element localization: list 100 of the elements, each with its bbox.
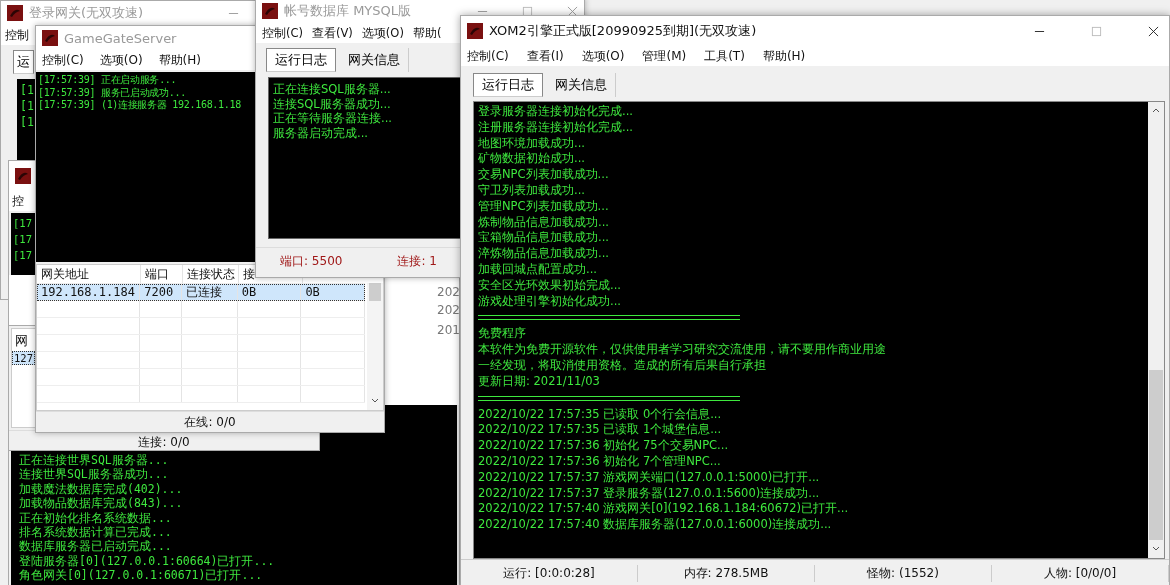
scrollbar[interactable] [1148, 102, 1164, 558]
window-title: GameGateServer [64, 30, 177, 46]
tab[interactable]: 运行日志 [266, 48, 336, 72]
log-line: 本软件为免费开源软件，仅供使用者学习研究交流使用，请不要用作商业用途 [478, 342, 886, 358]
menu-item[interactable]: 选项(O) [99, 51, 143, 69]
close-icon[interactable] [1148, 25, 1159, 37]
column-header: 网 [14, 332, 29, 350]
app-icon [262, 3, 278, 19]
menu-item[interactable]: 选项(O) [361, 25, 404, 41]
log-line: [17 [13, 231, 32, 247]
log-line: 宝箱物品信息加载成功... [478, 230, 609, 247]
log-line: 排名系统数据计算已完成... [19, 525, 172, 540]
table-cell: 192.168.1.184 [37, 284, 141, 300]
log-line: 守卫列表加载成功... [478, 183, 585, 199]
log-line: 2022/10/22 17:57:37 登录服务器(127.0.0.1:5600)连接成功... [478, 485, 820, 502]
log-line: 游戏处理引擎初始化成功... [478, 293, 621, 310]
log-line: 登录服务器连接初始化完成... [478, 104, 633, 120]
log-line: 正在初始化排名系统数据... [19, 510, 172, 526]
log-line: 炼制物品信息加载成功... [478, 214, 609, 231]
list-text: 202 [437, 285, 459, 299]
menu-item[interactable]: 查看(V) [312, 25, 353, 41]
log-line: 安全区光环效果初始完成... [478, 277, 621, 294]
list-text: 202 [437, 303, 459, 317]
log-line: 地图环境加载成功... [478, 135, 585, 152]
tab[interactable]: 运 [13, 50, 34, 74]
menu-item[interactable]: 管理(M) [642, 47, 687, 65]
log-line: 2022/10/22 17:57:40 游戏网关[0](192.168.1.184:60672)已打开... [478, 501, 849, 518]
scrollbar-thumb[interactable] [369, 283, 381, 301]
log-line: 角色网关[0](127.0.0.1:60671)已打开... [19, 568, 263, 583]
menu-item[interactable]: 选项(O) [581, 47, 625, 65]
log-line: 交易NPC列表加载成功... [478, 167, 609, 183]
log-line: [17:57:39] 正在启动服务... [38, 74, 177, 87]
app-icon [7, 5, 23, 21]
log-line: 2022/10/22 17:57:35 已读取 1个城堡信息... [478, 422, 722, 439]
log-line: [1 [20, 98, 34, 115]
app-icon [15, 168, 31, 184]
menu-item[interactable]: 控 [12, 192, 24, 210]
status-text: 人物: [0/0/0] [992, 564, 1169, 582]
menu-item[interactable]: 控制 [5, 26, 29, 44]
menu-item[interactable]: 控制(C) [467, 47, 509, 65]
table-cell: 已连接 [182, 284, 238, 300]
menu-item[interactable]: 工具(T) [704, 47, 745, 65]
window-title: 登录网关(无双攻速) [29, 4, 144, 22]
log-line: [1 [20, 83, 34, 99]
log-line: 2022/10/22 17:57:35 已读取 0个行会信息... [478, 406, 722, 423]
log-line: 更新日期: 2021/11/03 [478, 373, 600, 390]
log-line: 连接世界SQL服务器成功... [19, 467, 169, 482]
log-line: 连接SQL服务器成功... [273, 96, 391, 111]
list-text: 201 [437, 323, 459, 337]
status-text: 怪物: (1552) [815, 564, 992, 582]
log-line: 矿物数据初始成功... [478, 151, 585, 168]
log-line: 加载魔法数据库完成(402)... [19, 481, 183, 497]
menu-item[interactable]: 帮助( [412, 25, 442, 41]
log-line: 登陆服务器[0](127.0.0.1:60664)已打开... [19, 553, 275, 569]
log-line: 2022/10/22 17:57:36 初始化 7个管理NPC... [478, 453, 721, 470]
app-icon [467, 23, 483, 39]
log-line: 管理NPC列表加载成功... [478, 198, 609, 215]
menu-item[interactable]: 帮助(H) [158, 51, 201, 69]
column-header: 连接状态 [183, 265, 239, 283]
status-text: 连接: 1 [397, 252, 437, 270]
window-title: XOM2引擎正式版[20990925到期](无双攻速) [489, 22, 757, 40]
table-cell: 0B [237, 284, 302, 300]
log-line: 2022/10/22 17:57:36 初始化 75个交易NPC... [478, 438, 729, 454]
window-title: 帐号数据库 MYSQL版 [284, 2, 412, 20]
log-line: 一经发现，将取消使用资格。造成的所有后果自行承担 [478, 357, 766, 374]
list-row[interactable]: 127 [12, 351, 35, 365]
scrollbar[interactable] [367, 283, 383, 410]
log-line: 2022/10/22 17:57:37 游戏网关端口(127.0.0.1:5000)已打开... [478, 469, 820, 486]
log-line: [17:57:39] (1)连接服务器 192.168.1.18 [38, 99, 241, 112]
maximize-icon[interactable] [1091, 25, 1102, 37]
log-line: 正在连接世界SQL服务器... [19, 453, 169, 468]
log-line: 服务器启动完成... [273, 125, 368, 140]
status-text: 内存: 278.5MB [638, 564, 815, 582]
log-line: 注册服务器连接初始化完成... [478, 119, 633, 136]
status-text: 连接: 0/0 [138, 435, 190, 449]
log-line: [17 [13, 247, 32, 263]
log-line: 免费程序 [478, 326, 526, 343]
column-header: 网关地址 [37, 265, 141, 283]
column-header: 端口 [141, 265, 183, 283]
menu-item[interactable]: 帮助(H) [762, 47, 806, 65]
tab[interactable]: 运行日志 [473, 73, 543, 97]
log-line: [17:57:39] 服务已启动成功... [38, 86, 186, 99]
log-line: 加载回城点配置成功... [478, 261, 597, 278]
status-text: 运行: [0:0:0:28] [461, 564, 638, 582]
menu-item[interactable]: 控制(C) [42, 51, 84, 69]
table-cell: 0B [301, 284, 365, 300]
log-line: [1 [20, 114, 34, 131]
log-line: 正在连接SQL服务器... [273, 82, 391, 97]
table-row[interactable]: 192.168.1.184 7200 已连接 0B 0B [37, 284, 365, 301]
log-line: 2022/10/22 17:57:40 数据库服务器(127.0.0.1:6000)连接成功... [478, 517, 832, 533]
status-text: 在线: 0/0 [184, 413, 236, 431]
menu-item[interactable]: 查看(I) [526, 47, 564, 65]
table-cell: 7200 [140, 284, 183, 300]
app-icon [42, 30, 58, 46]
log-line: 数据库服务器已启动完成... [19, 539, 172, 554]
log-line: 淬炼物品信息加载成功... [478, 246, 609, 262]
menu-item[interactable]: 控制(C) [262, 25, 303, 41]
maximize-icon[interactable] [522, 5, 533, 17]
log-line: 加载物品数据库完成(843)... [19, 496, 183, 511]
log-line: [17 [13, 216, 32, 231]
